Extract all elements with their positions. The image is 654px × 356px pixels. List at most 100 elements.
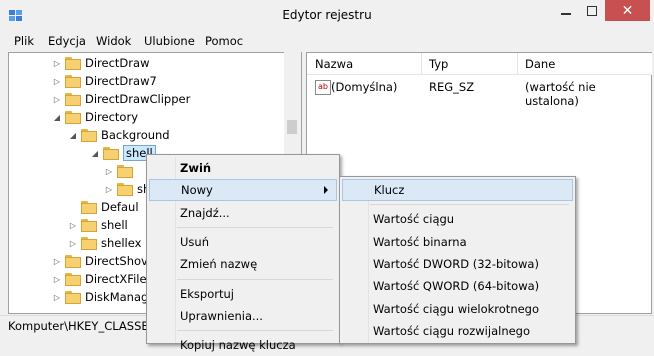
tree-item-label: DirectDraw7 <box>85 74 157 88</box>
menu-item[interactable]: Wartość binarna <box>342 231 573 253</box>
menu-separator <box>370 204 569 206</box>
expand-arrow-icon[interactable]: ▷ <box>68 239 78 248</box>
expand-arrow-icon[interactable]: ▷ <box>52 257 62 266</box>
menu-item-label: Wartość ciągu wielokrotnego <box>373 301 540 316</box>
folder-icon <box>81 218 97 232</box>
menu-item[interactable]: Wartość ciągu <box>342 208 573 230</box>
menu-item[interactable]: Eksportuj <box>149 283 337 305</box>
folder-icon <box>81 128 97 142</box>
menu-item-label: Uprawnienia... <box>180 308 263 323</box>
tree-item-label: DiskManag <box>85 290 149 304</box>
menu-item[interactable]: Nowy <box>149 179 337 202</box>
tree-item[interactable]: ◢ Directory <box>52 108 138 126</box>
menu-item[interactable]: Uprawnienia... <box>149 305 337 327</box>
menu-item-label: Zwiń <box>180 161 212 175</box>
menu-item[interactable]: Zmień nazwę <box>149 253 337 275</box>
expand-arrow-icon[interactable]: ◢ <box>90 149 100 158</box>
folder-icon <box>65 92 81 106</box>
tree-item[interactable]: ▷ DirectDraw7 <box>52 72 157 90</box>
tree-item[interactable]: ▷ DirectXFile <box>52 270 147 288</box>
menu-view[interactable]: Widok <box>96 34 131 48</box>
menu-item[interactable]: Wartość ciągu rozwijalnego <box>342 320 573 342</box>
menu-file[interactable]: Plik <box>14 34 34 48</box>
folder-icon <box>65 110 81 124</box>
menu-item-label: Zmień nazwę <box>180 257 258 272</box>
folder-icon <box>81 200 97 214</box>
tree-item-label: Defaul <box>101 200 139 214</box>
table-row[interactable]: ab (Domyślna) REG_SZ (wartość nie ustalo… <box>307 77 652 108</box>
menu-item-label: Wartość ciągu <box>373 212 455 227</box>
column-divider[interactable] <box>517 53 518 75</box>
title-bar: Edytor rejestru ✕ <box>0 0 654 32</box>
menu-item[interactable]: Wartość DWORD (32-bitowa) <box>342 253 573 275</box>
tree-item-label: shellex <box>101 236 142 250</box>
expand-arrow-icon[interactable]: ▷ <box>52 275 62 284</box>
expand-arrow-icon[interactable]: ◢ <box>52 113 62 122</box>
menu-item[interactable]: Znajdź... <box>149 202 337 224</box>
tree-item[interactable]: ▷ shellex <box>68 234 142 252</box>
expand-arrow-icon[interactable]: ▷ <box>52 293 62 302</box>
column-header-name[interactable]: Nazwa <box>315 57 353 71</box>
close-icon: ✕ <box>621 2 634 19</box>
status-path: Komputer\HKEY_CLASSES <box>8 319 156 333</box>
menu-separator <box>177 330 333 332</box>
tree-item-label: DirectShov <box>85 254 148 268</box>
menu-item[interactable]: Klucz <box>342 179 573 201</box>
folder-icon <box>117 164 133 178</box>
folder-icon <box>65 74 81 88</box>
tree-item[interactable]: ▷ DirectDrawClipper <box>52 90 190 108</box>
menu-bar: Plik Edycja Widok Ulubione Pomoc <box>0 32 654 52</box>
menu-separator <box>177 278 333 280</box>
tree-item-label: shell <box>101 218 128 232</box>
value-type: REG_SZ <box>429 80 475 94</box>
expand-arrow-icon[interactable]: ▷ <box>52 77 62 86</box>
tree-item[interactable]: Defaul <box>68 198 139 216</box>
column-header-type[interactable]: Typ <box>429 57 448 71</box>
tree-item[interactable]: ▷ DirectDraw <box>52 54 150 72</box>
tree-item[interactable]: ▷ shell <box>68 216 128 234</box>
menu-favorites[interactable]: Ulubione <box>144 34 195 48</box>
tree-item[interactable]: ▷ DiskManag <box>52 288 148 306</box>
expand-arrow-icon[interactable]: ▷ <box>52 95 62 104</box>
column-header-data[interactable]: Dane <box>525 57 555 71</box>
menu-item-label: Wartość ciągu rozwijalnego <box>373 323 531 338</box>
folder-icon <box>117 182 133 196</box>
tree-item[interactable]: ▷ <box>104 162 137 180</box>
maximize-icon <box>587 5 597 16</box>
tree-item[interactable]: ▷ DirectShov <box>52 252 148 270</box>
folder-icon <box>81 236 97 250</box>
folder-icon <box>65 290 81 304</box>
context-menu: Zwiń Nowy Znajdź... Usuń Zmień nazwę Eksportu… <box>146 154 340 352</box>
folder-icon <box>65 272 81 286</box>
maximize-button[interactable] <box>579 0 605 21</box>
expand-arrow-icon[interactable]: ◢ <box>68 131 78 140</box>
menu-item[interactable]: Wartość QWORD (64-bitowa) <box>342 275 573 297</box>
menu-item-label: Znajdź... <box>180 205 230 220</box>
tree-item-label: DirectXFile <box>85 272 147 286</box>
expand-arrow-icon[interactable]: ▷ <box>68 221 78 230</box>
expand-arrow-icon[interactable]: ▷ <box>104 185 114 194</box>
menu-item-label: Wartość binarna <box>373 234 467 249</box>
menu-item-label: Klucz <box>374 183 405 197</box>
expand-arrow-icon[interactable]: ▷ <box>104 167 114 176</box>
value-data: (wartość nie ustalona) <box>525 80 596 108</box>
tree-scrollbar-thumb[interactable] <box>287 120 297 134</box>
menu-item[interactable]: Zwiń <box>149 157 337 179</box>
menu-edit[interactable]: Edycja <box>48 34 86 48</box>
tree-item-label: Directory <box>85 110 139 124</box>
tree-item[interactable]: ◢ Background <box>68 126 170 144</box>
expand-arrow-icon[interactable]: ▷ <box>52 59 62 68</box>
minimize-button[interactable] <box>553 0 579 21</box>
menu-item-label: Nowy <box>181 183 213 198</box>
folder-icon <box>65 254 81 268</box>
menu-help[interactable]: Pomoc <box>205 34 243 48</box>
column-divider[interactable] <box>421 53 422 75</box>
new-submenu: Klucz Wartość ciągu Wartość binarna Wartość… <box>339 176 576 344</box>
close-button[interactable]: ✕ <box>605 0 650 21</box>
folder-icon <box>103 146 119 160</box>
menu-item[interactable]: Usuń <box>149 231 337 253</box>
menu-separator <box>177 226 333 228</box>
menu-item[interactable]: Kopiuj nazwę klucza <box>149 334 337 356</box>
menu-item[interactable]: Wartość ciągu wielokrotnego <box>342 298 573 320</box>
tree-item-label: DirectDrawClipper <box>85 92 191 106</box>
